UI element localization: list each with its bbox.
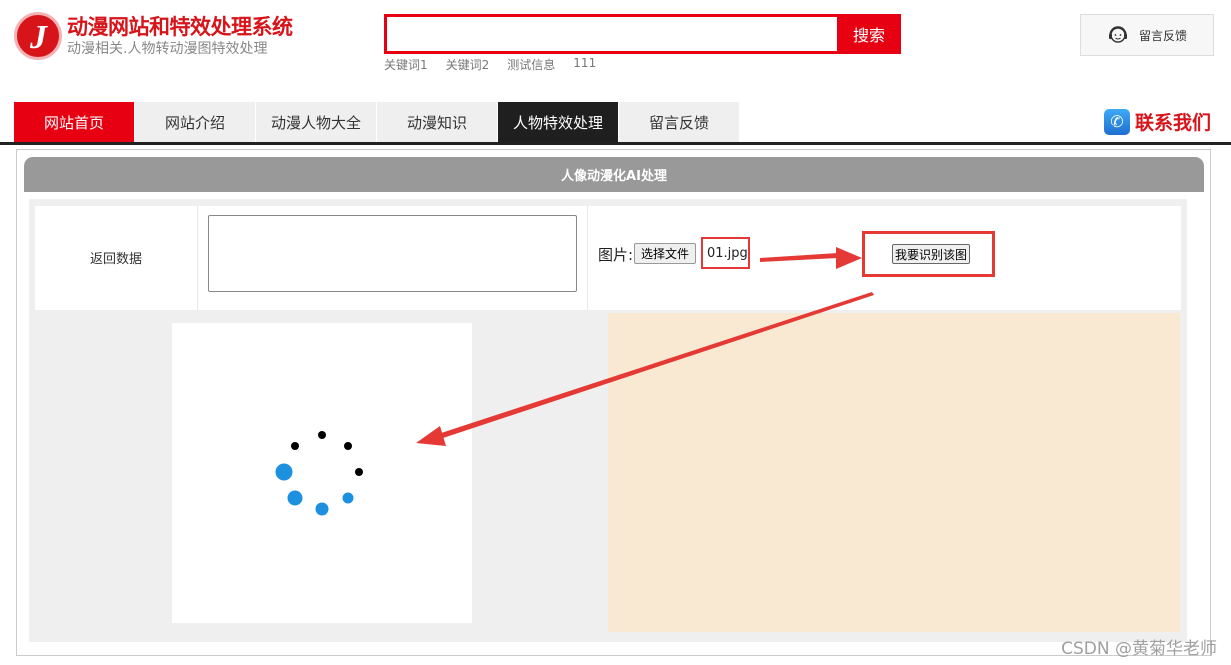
contact-us-link[interactable]: ✆ 联系我们 — [1104, 108, 1211, 135]
search-button[interactable]: 搜索 — [837, 14, 901, 54]
return-data-textarea[interactable] — [208, 215, 577, 292]
nav-divider — [0, 142, 1231, 145]
cell-divider — [197, 206, 198, 310]
keyword-link[interactable]: 关键词1 — [384, 56, 428, 73]
nav-item-home[interactable]: 网站首页 — [14, 102, 134, 142]
cell-divider — [587, 206, 588, 310]
keyword-link[interactable]: 测试信息 — [507, 56, 555, 73]
nav-item-characters[interactable]: 动漫人物大全 — [256, 102, 376, 142]
contact-us-label: 联系我们 — [1135, 112, 1212, 134]
logo-text: 动漫网站和特效处理系统 动漫相关.人物转动漫图特效处理 — [67, 14, 293, 58]
nav-item-effects[interactable]: 人物特效处理 — [498, 102, 618, 142]
site-subtitle: 动漫相关.人物转动漫图特效处理 — [67, 41, 268, 57]
feedback-top-button[interactable]: 留言反馈 — [1080, 14, 1214, 56]
site-title: 动漫网站和特效处理系统 — [67, 15, 293, 39]
keyword-link[interactable]: 关键词2 — [446, 56, 490, 73]
site-logo[interactable]: J 动漫网站和特效处理系统 动漫相关.人物转动漫图特效处理 — [14, 12, 293, 60]
panel-title: 人像动漫化AI处理 — [24, 157, 1204, 192]
choose-file-button[interactable]: 选择文件 — [634, 243, 697, 264]
search-input[interactable] — [384, 14, 837, 54]
return-data-label: 返回数据 — [89, 252, 142, 267]
result-image-area — [608, 313, 1180, 632]
nav-item-intro[interactable]: 网站介绍 — [135, 102, 255, 142]
watermark: CSDN @黄菊华老师 — [1061, 639, 1217, 659]
headset-icon — [1108, 26, 1127, 43]
image-label: 图片: — [598, 246, 634, 264]
image-preview — [172, 323, 472, 623]
nav-item-feedback[interactable]: 留言反馈 — [619, 102, 739, 142]
logo-mark-icon: J — [14, 12, 62, 60]
hot-keywords: 关键词1 关键词2 测试信息 111 — [384, 56, 596, 73]
main-nav: 网站首页 网站介绍 动漫人物大全 动漫知识 人物特效处理 留言反馈 — [14, 102, 740, 142]
search-bar: 搜索 — [384, 14, 901, 54]
logo-letter: J — [30, 19, 47, 56]
feedback-top-label: 留言反馈 — [1138, 28, 1187, 43]
keyword-link[interactable]: 111 — [573, 56, 596, 73]
annotation-box-recognize — [862, 231, 995, 277]
annotation-box-file — [701, 237, 750, 269]
nav-item-knowledge[interactable]: 动漫知识 — [377, 102, 497, 142]
phone-icon: ✆ — [1104, 108, 1130, 135]
